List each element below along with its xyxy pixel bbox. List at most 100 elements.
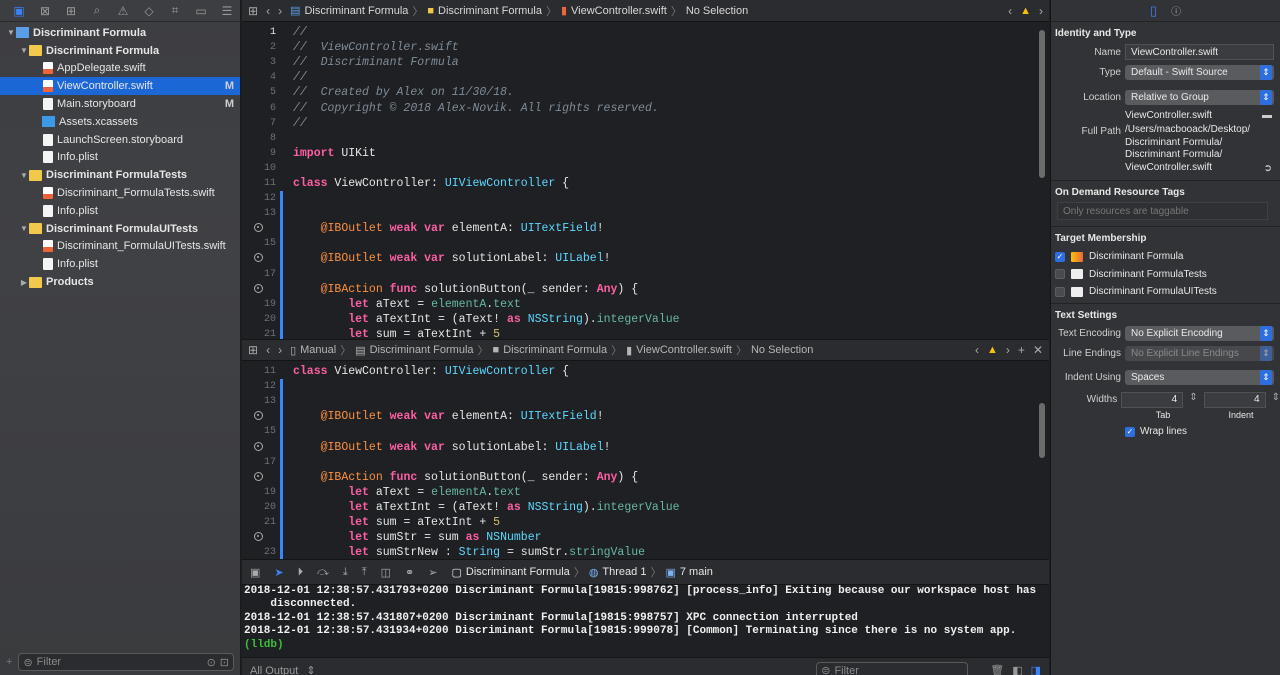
stepper-icon[interactable]: ⇕	[1189, 392, 1197, 408]
code-line[interactable]: 14 @IBOutlet weak var elementA: UITextFi…	[242, 221, 1049, 237]
output-selector[interactable]: All Output	[250, 665, 298, 675]
disclosure-icon[interactable]: ▼	[19, 171, 29, 180]
outlet-connection-icon[interactable]	[254, 411, 263, 421]
outlet-connection-icon[interactable]	[254, 223, 263, 233]
debug-breadcrumb[interactable]: ▢ Discriminant Formula 〉 ◍ Thread 1 〉 ▣ …	[451, 564, 712, 580]
type-popup[interactable]: Default - Swift Source	[1125, 64, 1274, 80]
file-inspector-icon[interactable]: ▯	[1150, 3, 1157, 19]
code-line[interactable]: 10	[242, 161, 1049, 176]
navigator-item[interactable]: Main.storyboard M	[0, 95, 240, 113]
line-number[interactable]: 5	[242, 87, 276, 98]
previous-issue-icon[interactable]: ‹	[975, 343, 979, 357]
code-line[interactable]: 19 let aText = elementA.text	[242, 296, 1049, 312]
code-line[interactable]: 13	[242, 394, 1049, 410]
line-number[interactable]: 3	[242, 57, 276, 68]
navigator-item[interactable]: Info.plist	[0, 202, 240, 220]
trash-icon[interactable]: 🗑	[990, 664, 1004, 675]
code-line[interactable]: 21 let sum = aTextInt + 5	[242, 326, 1049, 339]
code-line[interactable]: 16 @IBOutlet weak var solutionLabel: UIL…	[242, 439, 1049, 455]
code-line[interactable]: 2 // ViewController.swift	[242, 40, 1049, 55]
debug-icon[interactable]: ⌗	[162, 3, 188, 18]
line-number[interactable]: 17	[242, 457, 276, 468]
debug-target[interactable]: Discriminant Formula	[466, 566, 570, 578]
breadcrumb-item[interactable]: Discriminant Formula	[370, 344, 474, 356]
navigator-item[interactable]: Discriminant_FormulaUITests.swift	[0, 238, 240, 256]
next-issue-icon[interactable]: ›	[1006, 343, 1010, 357]
line-number[interactable]: 17	[242, 269, 276, 280]
debug-frame[interactable]: 7 main	[680, 566, 713, 578]
next-issue-icon[interactable]: ›	[1039, 4, 1043, 18]
breadcrumb[interactable]: ▯ Manual 〉 ▤ Discriminant Formula 〉 ■ Di…	[290, 342, 813, 358]
forward-icon[interactable]: ›	[278, 343, 282, 357]
navigator-item[interactable]: LaunchScreen.storyboard	[0, 131, 240, 149]
report-icon[interactable]: ☰	[214, 4, 240, 18]
code-line[interactable]: 21 let sum = aTextInt + 5	[242, 514, 1049, 531]
forward-icon[interactable]: ›	[278, 4, 282, 18]
related-items-icon[interactable]: ⊞	[248, 343, 258, 357]
outlet-connection-icon[interactable]	[254, 253, 263, 263]
breadcrumb-item[interactable]: Manual	[300, 344, 336, 356]
line-number[interactable]: 13	[242, 396, 276, 407]
target-checkbox[interactable]: ✓	[1055, 251, 1065, 262]
line-number[interactable]: 11	[242, 178, 276, 189]
encoding-popup[interactable]: No Explicit Encoding	[1125, 326, 1274, 341]
breadcrumb-item[interactable]: Discriminant Formula	[438, 5, 542, 17]
outlet-connection-icon[interactable]	[254, 471, 263, 481]
quick-help-icon[interactable]: ⓘ	[1171, 3, 1181, 18]
source-control-icon[interactable]: ⊠	[32, 4, 58, 18]
code-editor-top[interactable]: 1 // 2 // ViewController.swift 3 // Discrimin…	[242, 22, 1049, 339]
reveal-arrow-icon[interactable]: ➲	[1264, 163, 1272, 174]
breadcrumb-item[interactable]: Discriminant Formula	[503, 344, 607, 356]
breakpoints-toggle-icon[interactable]: ➤	[274, 566, 283, 579]
code-line[interactable]: 20 let aTextInt = (aText! as NSString).i…	[242, 499, 1049, 516]
code-line[interactable]: 18 @IBAction func solutionButton(_ sende…	[242, 281, 1049, 297]
navigator-item[interactable]: Info.plist	[0, 255, 240, 273]
search-icon[interactable]: ⌕	[84, 3, 110, 18]
code-line[interactable]: 3 // Discriminant Formula	[242, 55, 1049, 70]
breadcrumb[interactable]: ▤ Discriminant Formula 〉 ■ Discriminant …	[290, 3, 748, 19]
console-output[interactable]: 2018-12-01 12:38:57.431793+0200 Discrimi…	[242, 585, 1049, 657]
code-line[interactable]: 14 @IBOutlet weak var elementA: UITextFi…	[242, 409, 1049, 425]
memory-graph-icon[interactable]: ⚭	[405, 566, 414, 579]
code-line[interactable]: 12	[242, 379, 1049, 395]
code-line[interactable]: 13	[242, 206, 1049, 222]
line-number[interactable]: 21	[242, 517, 276, 528]
location-icon[interactable]: ➢	[428, 566, 437, 579]
back-icon[interactable]: ‹	[266, 343, 270, 357]
breakpoint-icon[interactable]: ▭	[188, 4, 214, 18]
line-number[interactable]: 10	[242, 163, 276, 174]
navigator-item[interactable]: ▼ Discriminant Formula	[0, 42, 240, 60]
continue-icon[interactable]: ⏵	[298, 566, 304, 579]
navigator-filter-input[interactable]: ⊜ Filter ⊙ ⊡	[18, 653, 234, 671]
navigator-item[interactable]: ▼ Discriminant FormulaTests	[0, 166, 240, 184]
line-number[interactable]: 1	[242, 27, 276, 38]
indent-popup[interactable]: Spaces	[1125, 370, 1274, 385]
location-popup[interactable]: Relative to Group	[1125, 89, 1274, 105]
line-number[interactable]: 8	[242, 133, 276, 144]
hide-debug-area-icon[interactable]: ▣	[250, 566, 260, 579]
navigator-item[interactable]: ▼ Discriminant FormulaUITests	[0, 220, 240, 238]
navigator-item[interactable]: Discriminant_FormulaTests.swift	[0, 184, 240, 202]
target-checkbox[interactable]	[1055, 269, 1065, 280]
code-editor-bottom[interactable]: 11 class ViewController: UIViewController…	[242, 361, 1049, 559]
name-field[interactable]: ViewController.swift	[1125, 44, 1274, 60]
line-number[interactable]: 19	[242, 299, 276, 310]
code-line[interactable]: 20 let aTextInt = (aText! as NSString).i…	[242, 311, 1049, 327]
code-line[interactable]: 4 //	[242, 70, 1049, 85]
line-number[interactable]: 6	[242, 103, 276, 114]
navigator-item[interactable]: ViewController.swift M	[0, 77, 240, 96]
line-number[interactable]: 12	[242, 193, 276, 204]
line-number[interactable]: 21	[242, 329, 276, 339]
breadcrumb-item[interactable]: ViewController.swift	[636, 344, 732, 356]
split-left-icon[interactable]: ◧	[1012, 664, 1022, 675]
console-filter-input[interactable]: ⊜ Filter	[816, 661, 969, 675]
warning-icon[interactable]: ⚠	[110, 4, 136, 18]
code-line[interactable]: 23 let sumStrNew : String = sumStr.strin…	[242, 545, 1049, 559]
navigator-item[interactable]: AppDelegate.swift	[0, 60, 240, 78]
previous-issue-icon[interactable]: ‹	[1008, 4, 1012, 18]
related-items-icon[interactable]: ⊞	[248, 4, 258, 18]
line-number[interactable]: 23	[242, 547, 276, 558]
breadcrumb-item[interactable]: No Selection	[686, 5, 748, 17]
breadcrumb-item[interactable]: Discriminant Formula	[304, 5, 408, 17]
outlet-connection-icon[interactable]	[254, 441, 263, 451]
